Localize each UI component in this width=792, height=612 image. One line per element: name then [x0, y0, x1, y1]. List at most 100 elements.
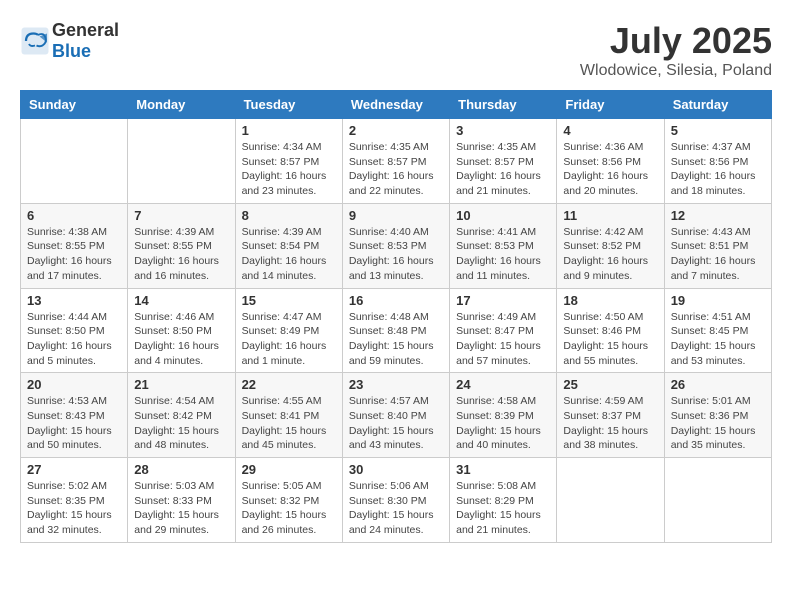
calendar-cell: 24 Sunrise: 4:58 AM Sunset: 8:39 PM Dayli…	[450, 373, 557, 458]
day-number: 18	[563, 293, 657, 308]
day-number: 1	[242, 123, 336, 138]
day-info: Sunrise: 4:49 AM Sunset: 8:47 PM Dayligh…	[456, 310, 550, 369]
day-info: Sunrise: 4:55 AM Sunset: 8:41 PM Dayligh…	[242, 394, 336, 453]
day-number: 24	[456, 377, 550, 392]
month-title: July 2025	[580, 20, 772, 62]
calendar-cell: 9Sunrise: 4:40 AM Sunset: 8:53 PM Daylig…	[342, 203, 449, 288]
calendar-cell: 8 Sunrise: 4:39 AM Sunset: 8:54 PM Daylig…	[235, 203, 342, 288]
day-info: Sunrise: 4:39 AM Sunset: 8:55 PM Dayligh…	[134, 225, 228, 284]
calendar-cell: 25Sunrise: 4:59 AM Sunset: 8:37 PM Dayli…	[557, 373, 664, 458]
day-info: Sunrise: 4:48 AM Sunset: 8:48 PM Dayligh…	[349, 310, 443, 369]
column-header-friday: Friday	[557, 91, 664, 119]
day-info: Sunrise: 4:51 AM Sunset: 8:45 PM Dayligh…	[671, 310, 765, 369]
day-info: Sunrise: 4:39 AM Sunset: 8:54 PM Dayligh…	[242, 225, 336, 284]
column-header-saturday: Saturday	[664, 91, 771, 119]
calendar-body: 1 Sunrise: 4:34 AM Sunset: 8:57 PM Daylig…	[21, 119, 772, 543]
calendar-cell: 15 Sunrise: 4:47 AM Sunset: 8:49 PM Dayli…	[235, 288, 342, 373]
day-info: Sunrise: 4:54 AM Sunset: 8:42 PM Dayligh…	[134, 394, 228, 453]
day-info: Sunrise: 4:36 AM Sunset: 8:56 PM Dayligh…	[563, 140, 657, 199]
day-info: Sunrise: 5:08 AM Sunset: 8:29 PM Dayligh…	[456, 479, 550, 538]
column-header-sunday: Sunday	[21, 91, 128, 119]
day-number: 11	[563, 208, 657, 223]
day-info: Sunrise: 4:35 AM Sunset: 8:57 PM Dayligh…	[349, 140, 443, 199]
day-number: 6	[27, 208, 121, 223]
day-number: 17	[456, 293, 550, 308]
day-number: 10	[456, 208, 550, 223]
calendar-cell: 26 Sunrise: 5:01 AM Sunset: 8:36 PM Dayli…	[664, 373, 771, 458]
day-info: Sunrise: 4:58 AM Sunset: 8:39 PM Dayligh…	[456, 394, 550, 453]
logo-general: General	[52, 20, 119, 40]
calendar-header-row: SundayMondayTuesdayWednesdayThursdayFrid…	[21, 91, 772, 119]
day-info: Sunrise: 4:44 AM Sunset: 8:50 PM Dayligh…	[27, 310, 121, 369]
calendar-cell: 28Sunrise: 5:03 AM Sunset: 8:33 PM Dayli…	[128, 458, 235, 543]
column-header-monday: Monday	[128, 91, 235, 119]
day-info: Sunrise: 4:43 AM Sunset: 8:51 PM Dayligh…	[671, 225, 765, 284]
logo: General Blue	[20, 20, 119, 62]
calendar-cell: 6 Sunrise: 4:38 AM Sunset: 8:55 PM Daylig…	[21, 203, 128, 288]
day-number: 28	[134, 462, 228, 477]
day-info: Sunrise: 4:41 AM Sunset: 8:53 PM Dayligh…	[456, 225, 550, 284]
calendar-cell: 19Sunrise: 4:51 AM Sunset: 8:45 PM Dayli…	[664, 288, 771, 373]
calendar-cell: 3 Sunrise: 4:35 AM Sunset: 8:57 PM Daylig…	[450, 119, 557, 204]
day-number: 13	[27, 293, 121, 308]
day-info: Sunrise: 4:42 AM Sunset: 8:52 PM Dayligh…	[563, 225, 657, 284]
calendar-cell	[21, 119, 128, 204]
day-number: 3	[456, 123, 550, 138]
calendar-cell: 29Sunrise: 5:05 AM Sunset: 8:32 PM Dayli…	[235, 458, 342, 543]
calendar-cell: 22 Sunrise: 4:55 AM Sunset: 8:41 PM Dayli…	[235, 373, 342, 458]
day-number: 21	[134, 377, 228, 392]
calendar-cell: 27Sunrise: 5:02 AM Sunset: 8:35 PM Dayli…	[21, 458, 128, 543]
day-number: 23	[349, 377, 443, 392]
day-info: Sunrise: 5:05 AM Sunset: 8:32 PM Dayligh…	[242, 479, 336, 538]
calendar-cell	[128, 119, 235, 204]
day-number: 9	[349, 208, 443, 223]
calendar-cell: 1 Sunrise: 4:34 AM Sunset: 8:57 PM Daylig…	[235, 119, 342, 204]
day-number: 15	[242, 293, 336, 308]
day-number: 14	[134, 293, 228, 308]
title-area: July 2025 Wlodowice, Silesia, Poland	[580, 20, 772, 80]
column-header-tuesday: Tuesday	[235, 91, 342, 119]
day-number: 20	[27, 377, 121, 392]
day-info: Sunrise: 5:01 AM Sunset: 8:36 PM Dayligh…	[671, 394, 765, 453]
day-info: Sunrise: 4:37 AM Sunset: 8:56 PM Dayligh…	[671, 140, 765, 199]
calendar-table: SundayMondayTuesdayWednesdayThursdayFrid…	[20, 90, 772, 543]
calendar-cell: 23 Sunrise: 4:57 AM Sunset: 8:40 PM Dayli…	[342, 373, 449, 458]
day-number: 4	[563, 123, 657, 138]
logo-text: General Blue	[52, 20, 119, 62]
calendar-cell: 13 Sunrise: 4:44 AM Sunset: 8:50 PM Dayli…	[21, 288, 128, 373]
calendar-cell	[664, 458, 771, 543]
day-info: Sunrise: 4:59 AM Sunset: 8:37 PM Dayligh…	[563, 394, 657, 453]
day-number: 2	[349, 123, 443, 138]
day-info: Sunrise: 4:34 AM Sunset: 8:57 PM Dayligh…	[242, 140, 336, 199]
day-info: Sunrise: 4:53 AM Sunset: 8:43 PM Dayligh…	[27, 394, 121, 453]
calendar-cell: 14 Sunrise: 4:46 AM Sunset: 8:50 PM Dayli…	[128, 288, 235, 373]
day-info: Sunrise: 4:38 AM Sunset: 8:55 PM Dayligh…	[27, 225, 121, 284]
day-number: 22	[242, 377, 336, 392]
column-header-thursday: Thursday	[450, 91, 557, 119]
calendar-cell: 31 Sunrise: 5:08 AM Sunset: 8:29 PM Dayli…	[450, 458, 557, 543]
location-subtitle: Wlodowice, Silesia, Poland	[580, 62, 772, 80]
day-number: 16	[349, 293, 443, 308]
day-number: 30	[349, 462, 443, 477]
calendar-cell: 4 Sunrise: 4:36 AM Sunset: 8:56 PM Daylig…	[557, 119, 664, 204]
calendar-week-3: 13 Sunrise: 4:44 AM Sunset: 8:50 PM Dayli…	[21, 288, 772, 373]
day-info: Sunrise: 4:35 AM Sunset: 8:57 PM Dayligh…	[456, 140, 550, 199]
calendar-cell: 5Sunrise: 4:37 AM Sunset: 8:56 PM Daylig…	[664, 119, 771, 204]
day-info: Sunrise: 4:46 AM Sunset: 8:50 PM Dayligh…	[134, 310, 228, 369]
logo-blue: Blue	[52, 41, 91, 61]
day-number: 31	[456, 462, 550, 477]
day-info: Sunrise: 4:57 AM Sunset: 8:40 PM Dayligh…	[349, 394, 443, 453]
calendar-cell: 17 Sunrise: 4:49 AM Sunset: 8:47 PM Dayli…	[450, 288, 557, 373]
calendar-cell: 11 Sunrise: 4:42 AM Sunset: 8:52 PM Dayli…	[557, 203, 664, 288]
calendar-cell: 30 Sunrise: 5:06 AM Sunset: 8:30 PM Dayli…	[342, 458, 449, 543]
day-number: 26	[671, 377, 765, 392]
day-number: 7	[134, 208, 228, 223]
calendar-cell: 12Sunrise: 4:43 AM Sunset: 8:51 PM Dayli…	[664, 203, 771, 288]
day-number: 8	[242, 208, 336, 223]
calendar-cell: 10 Sunrise: 4:41 AM Sunset: 8:53 PM Dayli…	[450, 203, 557, 288]
column-header-wednesday: Wednesday	[342, 91, 449, 119]
day-info: Sunrise: 5:06 AM Sunset: 8:30 PM Dayligh…	[349, 479, 443, 538]
calendar-cell	[557, 458, 664, 543]
day-info: Sunrise: 4:47 AM Sunset: 8:49 PM Dayligh…	[242, 310, 336, 369]
calendar-cell: 20 Sunrise: 4:53 AM Sunset: 8:43 PM Dayli…	[21, 373, 128, 458]
